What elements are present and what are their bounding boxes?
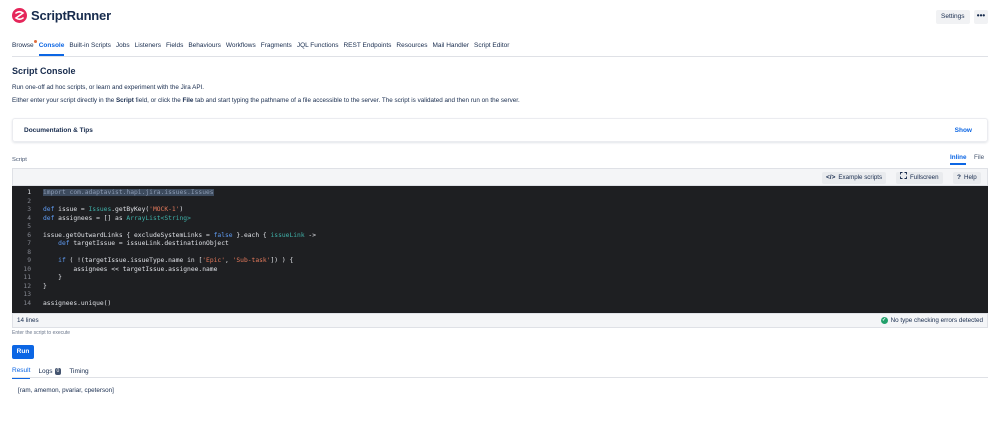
settings-button[interactable]: Settings [936,10,970,24]
line-number: 6 [27,231,31,239]
tab-browse[interactable]: Browse [12,38,37,56]
tab-resources[interactable]: Resources [396,38,427,56]
code-text: import com.adaptavist.hapi.jira.issues.I… [43,189,214,196]
page-description: Run one-off ad hoc scripts, or learn and… [12,84,205,91]
line-number: 10 [23,265,31,273]
nav-divider [12,56,988,57]
line-number: 5 [27,223,31,230]
code-text: def assignees = [] as ArrayList<String> [43,214,191,222]
tab-built-in-scripts[interactable]: Built-in Scripts [69,38,111,56]
fullscreen-button[interactable]: Fullscreen [896,172,943,184]
line-number: 12 [23,282,31,290]
code-text: def issue = Issues.getByKey('MOCK-1') [43,206,184,213]
result-tabs-divider [12,377,988,378]
tab-script-editor[interactable]: Script Editor [474,38,509,56]
line-number: 9 [27,257,31,264]
code-text: def targetIssue = issueLink.destinationO… [58,240,229,247]
tab-rest-endpoints[interactable]: REST Endpoints [343,38,391,56]
run-button[interactable]: Run [12,345,34,359]
editor-toolbar: </> Example scripts Fullscreen ? Help [12,168,988,186]
script-hint: Enter the script to execute [12,330,71,336]
help-button[interactable]: ? Help [953,172,981,184]
tab-console[interactable]: Console [38,38,64,56]
line-number: 14 [23,299,31,307]
notification-dot [33,40,37,43]
logs-count-badge: 0 [54,368,62,375]
tab-workflows[interactable]: Workflows [226,38,256,56]
tab-inline[interactable]: Inline [950,154,967,165]
code-text: assignees << targetIssue.assignee.name [43,265,218,273]
check-circle-icon: ✓ [880,317,888,324]
tab-jobs[interactable]: Jobs [116,38,130,56]
code-text: if ( !(targetIssue.issueType.name in ['E… [58,257,294,264]
page-instructions: Either enter your script directly in the… [12,97,520,104]
top-bar: ScriptRunner Settings ••• [0,0,998,33]
line-number: 7 [27,240,31,247]
tab-listeners[interactable]: Listeners [135,38,161,56]
code-text: } [43,282,47,290]
question-icon: ? [957,174,961,181]
line-number: 1 [27,189,31,196]
page-title: Script Console [12,66,76,76]
documentation-title: Documentation & Tips [24,127,93,134]
more-options-button[interactable]: ••• [974,10,988,24]
tab-file[interactable]: File [974,154,984,161]
code-icon: </> [826,174,836,181]
main-nav-tabs: Browse Console Built-in Scripts Jobs Listene… [12,38,514,56]
app-name: ScriptRunner [31,8,111,23]
tab-behaviours[interactable]: Behaviours [188,38,221,56]
result-output: [ram, amemon, pvariar, cpeterson] [18,387,114,394]
line-number: 11 [23,274,31,281]
line-number: 13 [23,291,31,298]
tab-fragments[interactable]: Fragments [261,38,292,56]
line-count: 14 lines [17,317,39,324]
tab-mail-handler[interactable]: Mail Handler [433,38,470,56]
code-editor[interactable]: 1 import com.adaptavist.hapi.jira.issues.… [12,186,988,313]
tab-jql-functions[interactable]: JQL Functions [297,38,339,56]
scriptrunner-logo-icon [12,8,27,23]
code-text: assignees.unique() [43,299,112,307]
tab-fields[interactable]: Fields [166,38,183,56]
example-scripts-button[interactable]: </> Example scripts [822,172,887,184]
fullscreen-icon [900,172,907,184]
editor-status-bar: 14 lines ✓ No type checking errors detec… [12,313,988,328]
documentation-panel[interactable]: Documentation & Tips Show [12,118,988,142]
script-label: Script [12,157,27,163]
line-number: 3 [27,206,31,213]
line-number: 4 [27,214,31,222]
validation-status: ✓ No type checking errors detected [880,317,983,324]
app-logo[interactable]: ScriptRunner [12,8,111,23]
show-documentation-button[interactable]: Show [955,127,972,134]
line-number: 8 [27,248,31,256]
code-text: } [43,274,62,281]
code-text: issue.getOutwardLinks { excludeSystemLin… [43,231,316,239]
line-number: 2 [27,197,31,205]
